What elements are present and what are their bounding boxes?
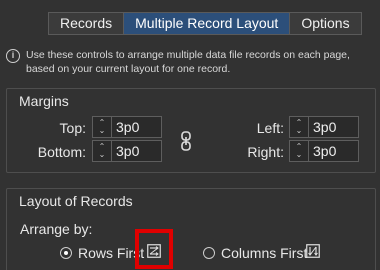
columns-first-radio[interactable] <box>203 247 215 259</box>
info-row: i Use these controls to arrange multiple… <box>6 48 376 76</box>
right-margin-input[interactable] <box>309 141 358 161</box>
right-margin-field: ⌃ ⌄ <box>289 140 359 162</box>
tab-multiple-record-layout[interactable]: Multiple Record Layout <box>124 13 291 34</box>
tab-bar: Records Multiple Record Layout Options <box>48 12 362 35</box>
tab-records[interactable]: Records <box>49 13 125 34</box>
tab-options[interactable]: Options <box>290 13 360 34</box>
right-label: Right: <box>247 144 284 160</box>
bottom-margin-input[interactable] <box>112 141 161 161</box>
right-spin-arrows[interactable]: ⌃ ⌄ <box>290 141 309 161</box>
arrange-by-label: Arrange by: <box>20 221 93 237</box>
left-margin-field: ⌃ ⌄ <box>289 116 359 138</box>
highlight-box <box>135 229 173 269</box>
columns-first-icon <box>306 244 320 258</box>
info-text-line1: Use these controls to arrange multiple d… <box>26 49 350 61</box>
columns-first-label: Columns First <box>221 245 308 261</box>
info-text: Use these controls to arrange multiple d… <box>26 48 350 76</box>
rows-first-option[interactable]: Rows First <box>60 245 144 261</box>
margins-title: Margins <box>19 93 69 109</box>
chain-link-icon[interactable] <box>178 130 194 152</box>
top-margin-field: ⌃ ⌄ <box>92 116 162 138</box>
top-label: Top: <box>59 120 86 136</box>
info-text-line2: based on your current layout for one rec… <box>26 63 231 75</box>
bottom-margin-field: ⌃ ⌄ <box>92 140 162 162</box>
top-margin-input[interactable] <box>112 117 161 137</box>
columns-first-option[interactable]: Columns First <box>203 245 307 261</box>
rows-first-radio[interactable] <box>60 247 72 259</box>
top-spin-arrows[interactable]: ⌃ ⌄ <box>93 117 112 137</box>
bottom-spin-arrows[interactable]: ⌃ ⌄ <box>93 141 112 161</box>
bottom-label: Bottom: <box>37 144 86 160</box>
layout-title: Layout of Records <box>19 193 133 209</box>
left-spin-arrows[interactable]: ⌃ ⌄ <box>290 117 309 137</box>
info-icon: i <box>6 49 20 63</box>
left-margin-input[interactable] <box>309 117 358 137</box>
left-label: Left: <box>256 120 284 136</box>
